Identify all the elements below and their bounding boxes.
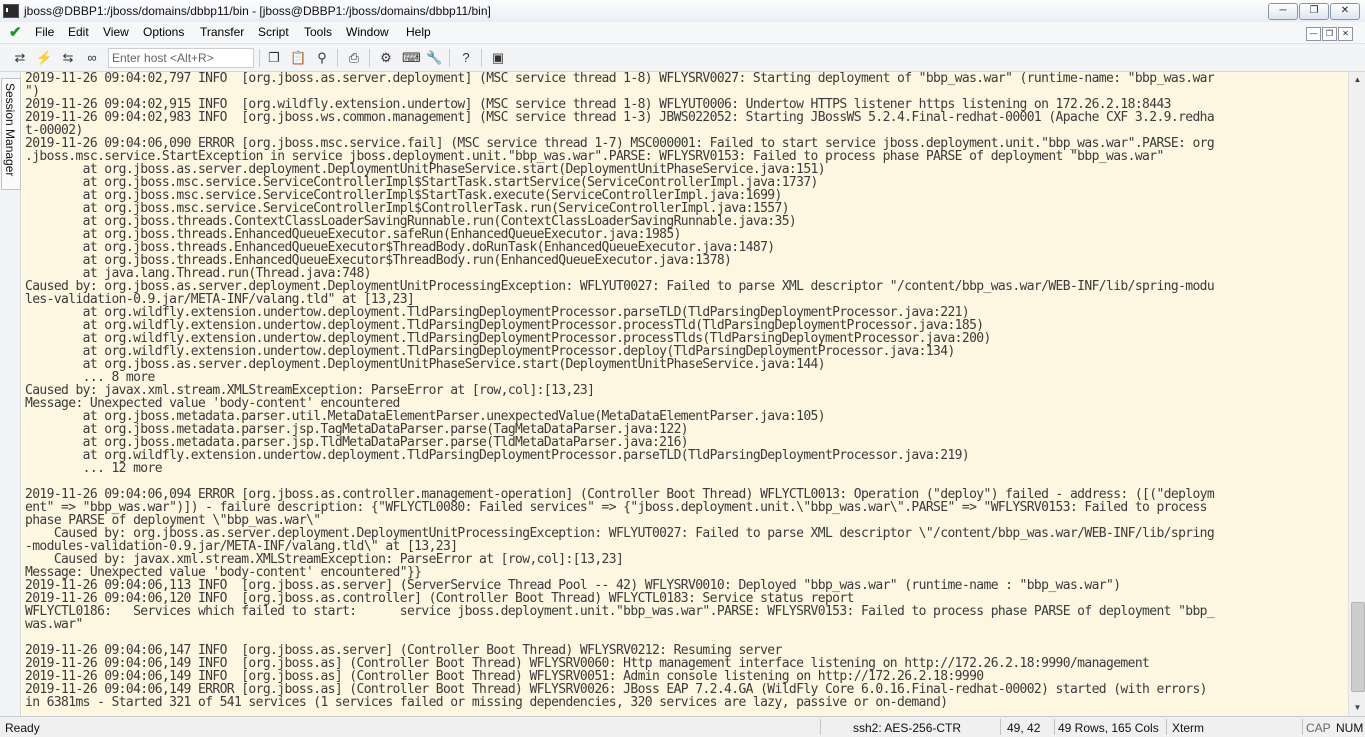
session-manager-label: Session Manager — [3, 83, 17, 177]
terminal-line: in 6381ms - Started 321 of 541 services … — [25, 695, 948, 710]
toolbar-divider — [449, 49, 450, 67]
scrollbar-thumb[interactable] — [1351, 602, 1365, 692]
close-button[interactable]: ✕ — [1330, 3, 1360, 20]
terminal-line: ... 12 more — [25, 461, 163, 476]
toolbar-divider — [337, 49, 338, 67]
terminal-line: was.war" — [25, 617, 83, 632]
status-divider — [1054, 719, 1055, 735]
terminal-line: WFLYCTL0186: Services which failed to st… — [25, 604, 1215, 619]
mdi-minimize-button[interactable]: — — [1306, 27, 1321, 41]
terminal-line: 2019-11-26 09:04:02,797 INFO [org.jboss.… — [25, 72, 1215, 86]
restore-button[interactable]: ❐ — [1299, 3, 1329, 20]
status-divider — [820, 719, 821, 735]
menu-window[interactable]: Window — [346, 25, 389, 39]
green-check-icon: ✔ — [9, 24, 22, 41]
keymap-icon[interactable]: ⌨ — [402, 50, 421, 66]
caps-lock-indicator: CAP — [1306, 721, 1331, 735]
menu-tools[interactable]: Tools — [304, 25, 332, 39]
session-manager-tab[interactable]: Session Manager — [1, 78, 21, 190]
toolbar-divider — [481, 49, 482, 67]
menu-view[interactable]: View — [103, 25, 129, 39]
connect-icon[interactable]: ⇄ — [12, 50, 28, 66]
settings-icon[interactable]: ⚙ — [378, 50, 394, 66]
protocol-indicator: ssh2: AES-256-CTR — [853, 721, 962, 735]
scroll-up-button[interactable]: ▲ — [1349, 72, 1365, 88]
minimize-button[interactable]: ─ — [1268, 3, 1298, 20]
menu-edit[interactable]: Edit — [68, 25, 89, 39]
window-title: jboss@DBBP1:/jboss/domains/dbbp11/bin - … — [24, 4, 491, 18]
mdi-restore-button[interactable]: ❐ — [1322, 27, 1337, 41]
toolbar: ⇄ ⚡ ⇆ ∞ ❐ 📋 ⚲ ⎙ ⚙ ⌨ 🔧 ? ▣ — [0, 44, 1365, 72]
menu-transfer[interactable]: Transfer — [200, 25, 244, 39]
close-icon: ✕ — [1342, 29, 1349, 38]
menu-options[interactable]: Options — [143, 25, 184, 39]
minimize-icon: — — [1309, 29, 1318, 38]
terminal-size: 49 Rows, 165 Cols — [1058, 721, 1159, 735]
arrow-up-icon: ▲ — [1353, 75, 1362, 84]
disconnect-icon[interactable]: ∞ — [84, 50, 100, 66]
print-icon[interactable]: ⎙ — [346, 50, 362, 66]
terminal-output[interactable]: 2019-11-26 09:04:02,797 INFO [org.jboss.… — [22, 72, 1348, 716]
arrow-down-icon: ▼ — [1353, 703, 1362, 712]
reconnect-icon[interactable]: ⇆ — [60, 50, 76, 66]
status-divider — [1302, 719, 1303, 735]
vertical-scrollbar[interactable]: ▲ ▼ — [1348, 72, 1365, 716]
help-icon[interactable]: ? — [458, 50, 474, 66]
terminal-line: at org.wildfly.extension.undertow.deploy… — [25, 448, 970, 463]
sftp-icon[interactable]: 🔧 — [426, 50, 442, 66]
status-bar: Ready ssh2: AES-256-CTR 49, 42 49 Rows, … — [0, 716, 1365, 737]
find-icon[interactable]: ⚲ — [314, 50, 330, 66]
menu-help[interactable]: Help — [406, 25, 431, 39]
quick-connect-icon[interactable]: ⚡ — [36, 50, 52, 66]
terminal-type: Xterm — [1172, 721, 1205, 735]
host-input[interactable] — [109, 49, 253, 67]
num-lock-indicator: NUM — [1336, 721, 1364, 735]
screen-icon[interactable]: ▣ — [490, 50, 506, 66]
restore-icon: ❐ — [1325, 29, 1334, 38]
terminal-text: 2019-11-26 09:04:02,797 INFO [org.jboss.… — [22, 72, 1348, 709]
close-icon: ✕ — [1340, 5, 1350, 16]
toolbar-divider — [259, 49, 260, 67]
menu-bar: ✔ File Edit View Options Transfer Script… — [0, 22, 1365, 44]
status-divider — [1166, 719, 1167, 735]
session-manager-sidebar: Session Manager — [0, 72, 21, 716]
mdi-close-button[interactable]: ✕ — [1338, 27, 1353, 41]
cursor-position: 49, 42 — [1007, 721, 1041, 735]
terminal-icon — [3, 4, 19, 18]
minimize-icon: ─ — [1279, 5, 1287, 16]
toolbar-divider — [369, 49, 370, 67]
scroll-down-button[interactable]: ▼ — [1349, 700, 1365, 716]
restore-icon: ❐ — [1309, 5, 1319, 16]
paste-icon[interactable]: 📋 — [290, 50, 306, 66]
status-text: Ready — [5, 721, 40, 735]
menu-file[interactable]: File — [35, 25, 54, 39]
copy-icon[interactable]: ❐ — [266, 50, 282, 66]
terminal-line: 2019-11-26 09:04:02,983 INFO [org.jboss.… — [25, 110, 1215, 125]
title-bar: jboss@DBBP1:/jboss/domains/dbbp11/bin - … — [0, 0, 1365, 23]
terminal-line: at org.jboss.as.server.deployment.Deploy… — [25, 357, 826, 372]
menu-script[interactable]: Script — [258, 25, 289, 39]
host-input-box — [108, 48, 254, 68]
status-divider — [1000, 719, 1001, 735]
